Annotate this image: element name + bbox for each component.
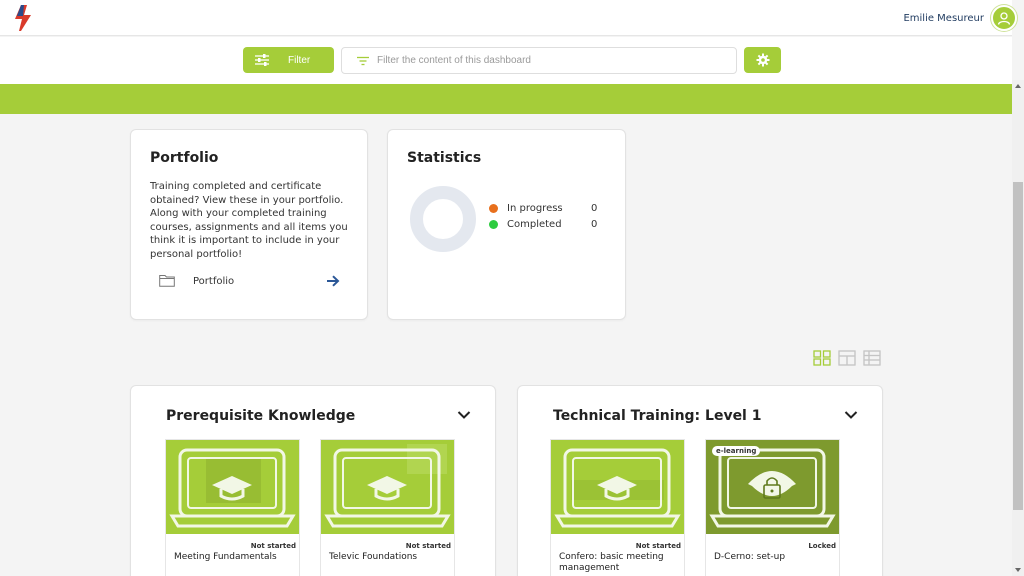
course-type-tag: e-learning xyxy=(712,446,761,456)
laptop-graduation-cap-icon xyxy=(321,440,454,534)
portfolio-link[interactable]: Portfolio xyxy=(193,276,234,287)
scroll-up-icon[interactable] xyxy=(1015,84,1021,88)
tile-view-icon[interactable] xyxy=(838,350,856,366)
legend-value: 0 xyxy=(591,219,598,230)
course-status: Not started xyxy=(405,542,451,550)
view-toggle-group xyxy=(813,350,883,368)
course-thumbnail xyxy=(166,440,299,534)
course-status: Not started xyxy=(250,542,296,550)
course-tile[interactable]: Not started Televic Foundations xyxy=(320,439,455,576)
chevron-down-icon[interactable] xyxy=(844,410,858,420)
course-title: D-Cerno: set-up xyxy=(714,552,786,562)
grid-view-icon[interactable] xyxy=(813,350,831,366)
course-title: Televic Foundations xyxy=(329,552,418,562)
filter-button[interactable]: Filter xyxy=(243,47,334,73)
legend-completed: Completed 0 xyxy=(489,219,597,230)
settings-button[interactable] xyxy=(744,47,781,73)
laptop-graduation-cap-icon xyxy=(551,440,684,534)
completed-dot-icon xyxy=(489,220,498,229)
banner-band xyxy=(0,84,1012,114)
legend-in-progress: In progress 0 xyxy=(489,203,597,214)
top-bar: Emilie Mesureur xyxy=(0,0,1017,36)
scrollbar-thumb[interactable] xyxy=(1013,182,1023,510)
course-group-technical-training: Technical Training: Level 1 Not started … xyxy=(517,385,883,576)
course-tile[interactable]: e-learning Locked D-Cerno: set-up xyxy=(705,439,840,576)
dashboard-filter-input[interactable] xyxy=(377,55,717,66)
course-title: Meeting Fundamentals xyxy=(174,552,277,562)
sliders-icon xyxy=(255,54,269,66)
dashboard-filter-field[interactable] xyxy=(341,47,737,74)
course-thumbnail: e-learning xyxy=(706,440,839,534)
chevron-down-icon[interactable] xyxy=(457,410,471,420)
statistics-donut-chart xyxy=(410,186,476,252)
course-thumbnail xyxy=(551,440,684,534)
course-group-prerequisite: Prerequisite Knowledge Not started Meeti… xyxy=(130,385,496,576)
course-group-title: Prerequisite Knowledge xyxy=(166,408,356,424)
laptop-graduation-cap-icon xyxy=(166,440,299,534)
course-tile[interactable]: Not started Meeting Fundamentals xyxy=(165,439,300,576)
gear-icon xyxy=(756,53,769,67)
statistics-card: Statistics In progress 0 Completed 0 xyxy=(387,129,626,320)
course-tile[interactable]: Not started Confero: basic meeting manag… xyxy=(550,439,685,576)
user-avatar-icon[interactable] xyxy=(991,5,1017,31)
course-group-title: Technical Training: Level 1 xyxy=(553,408,762,424)
course-status: Not started xyxy=(635,542,681,550)
course-title: Confero: basic meeting management xyxy=(559,552,664,573)
portfolio-card: Portfolio Training completed and certifi… xyxy=(130,129,368,320)
filter-lines-icon xyxy=(357,56,369,65)
statistics-title: Statistics xyxy=(407,150,482,166)
legend-label: Completed xyxy=(507,219,562,230)
course-status: Locked xyxy=(808,542,836,550)
legend-value: 0 xyxy=(591,203,598,214)
page-scrollbar[interactable] xyxy=(1012,80,1024,576)
portfolio-title: Portfolio xyxy=(150,150,219,166)
portfolio-description: Training completed and certificate obtai… xyxy=(150,181,348,260)
folder-icon xyxy=(159,275,175,287)
course-thumbnail xyxy=(321,440,454,534)
list-view-icon[interactable] xyxy=(863,350,881,366)
lightning-bolt-logo-icon[interactable] xyxy=(12,4,34,32)
filter-bar: Filter xyxy=(0,37,1012,84)
user-name[interactable]: Emilie Mesureur xyxy=(903,13,984,24)
scroll-down-icon[interactable] xyxy=(1015,568,1021,572)
legend-label: In progress xyxy=(507,203,563,214)
in-progress-dot-icon xyxy=(489,204,498,213)
filter-button-label: Filter xyxy=(288,54,311,66)
arrow-right-icon[interactable] xyxy=(326,275,340,287)
